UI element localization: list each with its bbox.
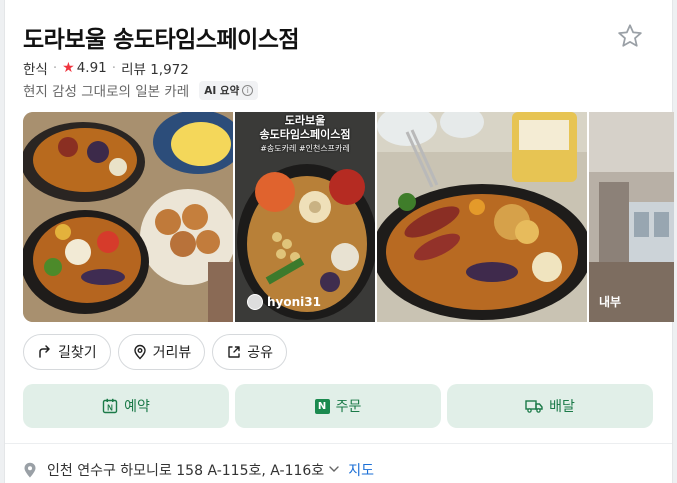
street-view-label: 거리뷰 xyxy=(152,345,192,361)
interior-label: 내부 xyxy=(599,295,622,309)
address-row: 인천 연수구 하모니로 158 A-115호, A-116호 지도 xyxy=(23,460,374,480)
address-pin-icon xyxy=(24,462,36,478)
title-row: 도라보울 송도타임스페이스점 xyxy=(23,20,654,54)
summary-text: 현지 감성 그대로의 일본 카레 xyxy=(23,84,190,100)
ai-badge-label: AI 요약 xyxy=(204,84,240,97)
action-pills: 길찾기 거리뷰 공유 xyxy=(23,334,288,370)
photo-food-2[interactable]: 도라보울 송도타임스페이스점 #송도카레 #인천스프카레 hyoni31 xyxy=(235,112,375,322)
naver-order-icon: N xyxy=(314,398,330,414)
chevron-down-icon[interactable] xyxy=(328,462,340,478)
author-handle: hyoni31 xyxy=(267,295,321,309)
author-avatar xyxy=(247,294,263,310)
share-label: 공유 xyxy=(247,345,274,361)
delivery-button[interactable]: 배달 xyxy=(447,384,653,428)
order-button[interactable]: N 주문 xyxy=(235,384,441,428)
share-icon xyxy=(228,346,240,358)
caption-line-1: 도라보울 xyxy=(284,114,326,127)
summary-row: 현지 감성 그대로의 일본 카레 AI 요약 i xyxy=(23,80,259,100)
meta-row: 한식 · ★ 4.91 · 리뷰 1,972 xyxy=(23,58,189,78)
delivery-label: 배달 xyxy=(549,399,575,415)
street-view-button[interactable]: 거리뷰 xyxy=(117,334,206,370)
photo-food-3[interactable] xyxy=(377,112,587,322)
primary-buttons: N 예약 N 주문 배달 xyxy=(23,384,653,428)
photo-interior[interactable]: 내부 xyxy=(589,112,674,322)
place-card: 도라보울 송도타임스페이스점 한식 · ★ 4.91 · 리뷰 1,972 현지… xyxy=(4,0,674,483)
separator-dot: · xyxy=(52,60,58,76)
share-button[interactable]: 공유 xyxy=(212,334,288,370)
directions-icon xyxy=(39,345,50,358)
reserve-label: 예약 xyxy=(124,399,150,415)
svg-text:N: N xyxy=(107,404,113,413)
ai-summary-badge[interactable]: AI 요약 i xyxy=(199,80,259,100)
directions-label: 길찾기 xyxy=(58,345,97,361)
photo-food-1[interactable] xyxy=(23,112,233,322)
directions-button[interactable]: 길찾기 xyxy=(23,334,111,370)
address-text[interactable]: 인천 연수구 하모니로 158 A-115호, A-116호 xyxy=(47,460,324,480)
calendar-icon: N xyxy=(102,398,118,414)
reserve-button[interactable]: N 예약 xyxy=(23,384,229,428)
delivery-truck-icon xyxy=(525,400,543,413)
divider xyxy=(5,443,672,444)
category-label: 한식 xyxy=(23,62,48,78)
location-pin-icon xyxy=(133,344,146,360)
info-icon[interactable]: i xyxy=(242,84,254,96)
separator-dot: · xyxy=(111,60,117,76)
photo-author[interactable]: hyoni31 xyxy=(247,294,321,310)
favorite-star-icon[interactable] xyxy=(616,22,644,50)
map-link[interactable]: 지도 xyxy=(348,460,374,480)
rating-value: 4.91 xyxy=(76,60,107,76)
place-title[interactable]: 도라보울 송도타임스페이스점 xyxy=(23,20,654,54)
order-label: 주문 xyxy=(335,399,362,415)
caption-hashtags: #송도카레 #인천스프카레 xyxy=(260,144,350,153)
review-count[interactable]: 리뷰 1,972 xyxy=(121,58,189,78)
photo-caption: 도라보울 송도타임스페이스점 #송도카레 #인천스프카레 xyxy=(235,114,375,156)
caption-line-2: 송도타임스페이스점 xyxy=(259,128,351,141)
rating-star-icon: ★ xyxy=(62,60,75,76)
photo-gallery[interactable]: 도라보울 송도타임스페이스점 #송도카레 #인천스프카레 hyoni31 내부 xyxy=(23,112,674,322)
